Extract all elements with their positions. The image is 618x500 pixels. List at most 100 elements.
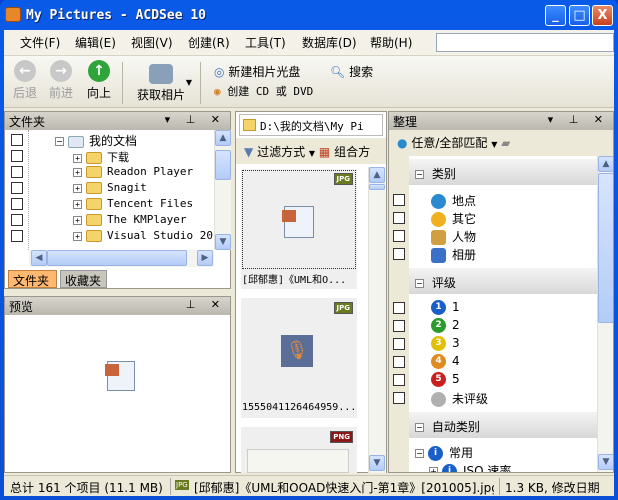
rating-3[interactable]: 33 bbox=[431, 336, 460, 351]
tree-item[interactable]: + Tencent Files bbox=[73, 197, 193, 210]
scroll-up-button[interactable]: ▲ bbox=[215, 130, 231, 146]
scroll-down-button[interactable]: ▼ bbox=[215, 234, 231, 250]
search-button[interactable]: 🔍︎ 搜索 bbox=[330, 63, 373, 80]
up-button[interactable]: ↑ 向上 bbox=[84, 60, 114, 101]
path-combobox[interactable]: D:\我的文档\My Pi bbox=[239, 114, 383, 136]
category-albums[interactable]: 相册 bbox=[431, 246, 476, 263]
browser-vscrollbar[interactable]: ▲ ▼ bbox=[368, 167, 386, 473]
checkbox[interactable] bbox=[11, 214, 23, 226]
collapse-icon[interactable]: − bbox=[55, 137, 64, 146]
checkbox[interactable] bbox=[393, 230, 405, 242]
panel-controls[interactable]: ⊥ ✕ bbox=[186, 298, 226, 311]
menu-file[interactable]: 文件(F) bbox=[20, 34, 60, 51]
checkbox[interactable] bbox=[11, 198, 23, 210]
checkbox[interactable] bbox=[11, 182, 23, 194]
scroll-thumb[interactable] bbox=[47, 250, 187, 266]
collapse-icon[interactable]: − bbox=[415, 170, 424, 179]
back-button[interactable]: ← 后退 bbox=[10, 60, 40, 101]
clear-icon[interactable]: ▰ bbox=[501, 136, 510, 150]
expand-icon[interactable]: + bbox=[429, 467, 438, 472]
thumbnail-item[interactable]: JPG 🎙︎ 1555041126464959... bbox=[241, 298, 357, 418]
checkbox[interactable] bbox=[393, 374, 405, 386]
section-categories[interactable]: − 类别 bbox=[409, 159, 597, 185]
checkbox[interactable] bbox=[393, 320, 405, 332]
group-button[interactable]: ▦ 组合方 bbox=[319, 145, 370, 159]
checkbox[interactable] bbox=[393, 392, 405, 404]
category-people[interactable]: 人物 bbox=[431, 228, 476, 245]
scroll-up-button[interactable]: ▲ bbox=[598, 156, 613, 172]
close-button[interactable]: X bbox=[592, 5, 613, 26]
expand-icon[interactable]: + bbox=[73, 183, 82, 193]
thumbnail-item[interactable]: JPG [邱郁惠]《UML和O... bbox=[241, 169, 357, 289]
tree-item[interactable]: + 下载 bbox=[73, 149, 129, 165]
checkbox[interactable] bbox=[393, 302, 405, 314]
panel-controls[interactable]: ▾ ⊥ ✕ bbox=[548, 113, 609, 126]
auto-category-iso[interactable]: + i ISO 速率 bbox=[429, 462, 511, 472]
match-dropdown[interactable]: ● 任意/全部匹配 ▼ ▰ bbox=[389, 130, 613, 156]
rating-5[interactable]: 55 bbox=[431, 372, 460, 387]
minimize-button[interactable]: _ bbox=[545, 5, 566, 26]
scroll-down-button[interactable]: ▼ bbox=[369, 455, 385, 471]
expand-icon[interactable]: + bbox=[73, 167, 82, 177]
tree-item-my-documents[interactable]: − 我的文档 bbox=[55, 132, 137, 149]
section-auto-categories[interactable]: − 自动类别 bbox=[409, 412, 597, 438]
scroll-down-button[interactable]: ▼ bbox=[598, 454, 613, 470]
folders-hscrollbar[interactable]: ◀ ▶ bbox=[29, 250, 214, 267]
create-cd-dvd-button[interactable]: ◉ 创建 CD 或 DVD bbox=[214, 83, 313, 99]
rating-1[interactable]: 11 bbox=[431, 300, 460, 315]
rating-4[interactable]: 44 bbox=[431, 354, 460, 369]
checkbox[interactable] bbox=[393, 194, 405, 206]
acquire-photos-button[interactable]: 获取相片 ▼ bbox=[132, 60, 192, 103]
tree-item[interactable]: + Snagit bbox=[73, 181, 147, 194]
checkbox[interactable] bbox=[11, 150, 23, 162]
collapse-icon[interactable]: − bbox=[415, 279, 424, 288]
expand-icon[interactable]: + bbox=[73, 215, 82, 225]
folders-vscrollbar[interactable]: ▲ ▼ bbox=[214, 130, 231, 250]
tab-favorites[interactable]: 收藏夹 bbox=[60, 270, 107, 288]
scroll-thumb[interactable] bbox=[215, 150, 231, 180]
checkbox[interactable] bbox=[393, 356, 405, 368]
quick-search-input[interactable] bbox=[436, 33, 614, 52]
menu-edit[interactable]: 编辑(E) bbox=[75, 34, 116, 51]
new-photo-disc-button[interactable]: ◎ 新建相片光盘 bbox=[214, 63, 300, 80]
tree-item[interactable]: + The KMPlayer bbox=[73, 213, 186, 226]
menu-view[interactable]: 视图(V) bbox=[131, 34, 173, 51]
checkbox[interactable] bbox=[11, 230, 23, 242]
maximize-button[interactable]: □ bbox=[569, 5, 590, 26]
menu-tools[interactable]: 工具(T) bbox=[245, 34, 286, 51]
rating-2[interactable]: 22 bbox=[431, 318, 460, 333]
organize-vscrollbar[interactable]: ▲ ▼ bbox=[597, 156, 613, 472]
expand-icon[interactable]: + bbox=[73, 231, 82, 241]
scroll-up-button[interactable]: ▲ bbox=[369, 167, 385, 183]
checkbox[interactable] bbox=[393, 338, 405, 350]
menu-help[interactable]: 帮助(H) bbox=[370, 34, 412, 51]
category-places[interactable]: 地点 bbox=[431, 192, 476, 209]
tab-folders[interactable]: 文件夹 bbox=[8, 270, 57, 288]
collapse-icon[interactable]: − bbox=[415, 423, 424, 432]
scroll-right-button[interactable]: ▶ bbox=[197, 250, 213, 266]
tree-item[interactable]: + Readon Player bbox=[73, 165, 193, 178]
rating-unrated[interactable]: 未评级 bbox=[431, 390, 488, 407]
checkbox[interactable] bbox=[11, 134, 23, 146]
checkbox[interactable] bbox=[11, 166, 23, 178]
menu-database[interactable]: 数据库(D) bbox=[302, 34, 357, 51]
panel-controls[interactable]: ▾ ⊥ ✕ bbox=[165, 113, 226, 126]
title-bar[interactable]: My Pictures - ACDSee 10 bbox=[0, 0, 618, 30]
thumbnail-item[interactable]: PNG bbox=[241, 427, 357, 473]
collapse-icon[interactable]: − bbox=[415, 449, 424, 458]
filter-button[interactable]: ▼ 过滤方式 ▼ bbox=[244, 145, 315, 159]
scroll-thumb[interactable] bbox=[598, 173, 613, 323]
tree-item[interactable]: + Visual Studio 2005 bbox=[73, 229, 213, 242]
expand-icon[interactable]: + bbox=[73, 153, 82, 163]
scroll-thumb[interactable] bbox=[369, 184, 385, 190]
checkbox[interactable] bbox=[393, 212, 405, 224]
scroll-left-button[interactable]: ◀ bbox=[31, 250, 47, 266]
checkbox[interactable] bbox=[393, 248, 405, 260]
forward-button[interactable]: → 前进 bbox=[46, 60, 76, 101]
menu-create[interactable]: 创建(R) bbox=[188, 34, 230, 51]
section-ratings[interactable]: − 评级 bbox=[409, 268, 597, 294]
category-other[interactable]: 其它 bbox=[431, 210, 476, 227]
browser-toolbar: ▼ 过滤方式 ▼ ▦ 组合方 bbox=[236, 138, 386, 164]
expand-icon[interactable]: + bbox=[73, 199, 82, 209]
auto-category-common[interactable]: − i 常用 bbox=[415, 444, 473, 461]
